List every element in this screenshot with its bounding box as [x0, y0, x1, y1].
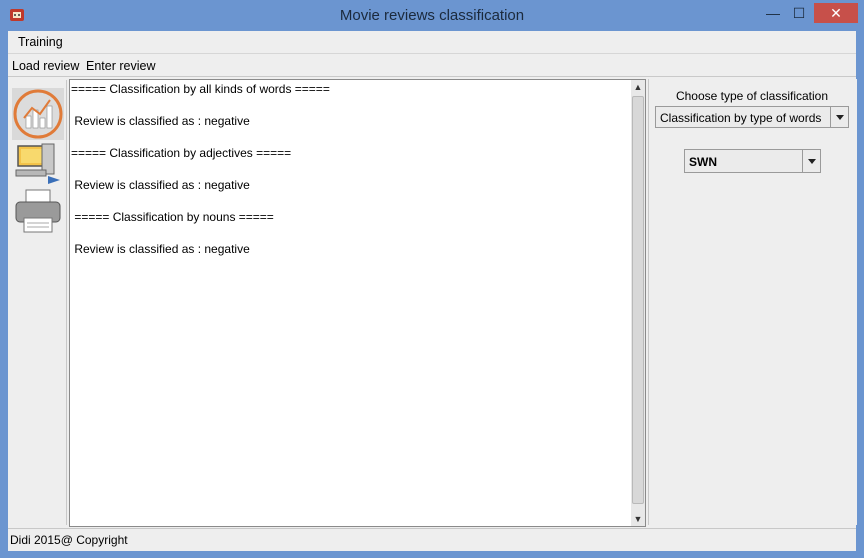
toolbar: Load review Enter review [8, 54, 856, 77]
result-line: Review is classified as : negative [71, 242, 250, 256]
client-area: Training Load review Enter review ===== … [8, 31, 857, 551]
method-select[interactable]: SWN [684, 149, 821, 173]
title-bar[interactable]: Movie reviews classification — ☐ ✕ [0, 0, 864, 31]
printer-icon[interactable] [12, 186, 64, 238]
minimize-button[interactable]: — [760, 3, 786, 23]
load-review-link[interactable]: Load review [12, 59, 79, 73]
vertical-scrollbar[interactable]: ▲ ▼ [631, 79, 646, 527]
enter-review-link[interactable]: Enter review [86, 59, 155, 73]
result-line: Review is classified as : negative [71, 178, 250, 192]
scroll-up-arrow-icon[interactable]: ▲ [631, 80, 645, 94]
close-button[interactable]: ✕ [814, 3, 858, 23]
chevron-down-icon[interactable] [830, 107, 848, 127]
window-title: Movie reviews classification [339, 7, 525, 24]
result-line: Review is classified as : negative [71, 114, 250, 128]
chart-icon[interactable] [12, 88, 64, 140]
result-line: ===== Classification by all kinds of wor… [71, 82, 330, 96]
results-text-area[interactable]: ===== Classification by all kinds of wor… [69, 79, 633, 527]
result-line: ===== Classification by nouns ===== [71, 210, 274, 224]
scroll-thumb[interactable] [632, 96, 644, 504]
maximize-button[interactable]: ☐ [786, 3, 812, 23]
chevron-down-icon[interactable] [802, 150, 820, 172]
computer-icon[interactable] [12, 138, 64, 190]
classification-options-panel: Choose type of classification Classifica… [648, 79, 857, 525]
result-line: ===== Classification by adjectives ===== [71, 146, 292, 160]
menu-bar: Training [8, 31, 856, 54]
copyright-text: Didi 2015@ Copyright [10, 533, 128, 547]
classification-type-value: Classification by type of words [660, 111, 822, 125]
status-bar: Didi 2015@ Copyright [8, 528, 856, 551]
classification-type-select[interactable]: Classification by type of words [655, 106, 849, 128]
choose-type-label: Choose type of classification [675, 89, 829, 103]
method-value: SWN [689, 155, 717, 169]
application-window: Movie reviews classification — ☐ ✕ Train… [0, 0, 864, 558]
scroll-down-arrow-icon[interactable]: ▼ [631, 512, 645, 526]
side-toolbar [10, 80, 67, 525]
menu-training[interactable]: Training [18, 35, 63, 49]
